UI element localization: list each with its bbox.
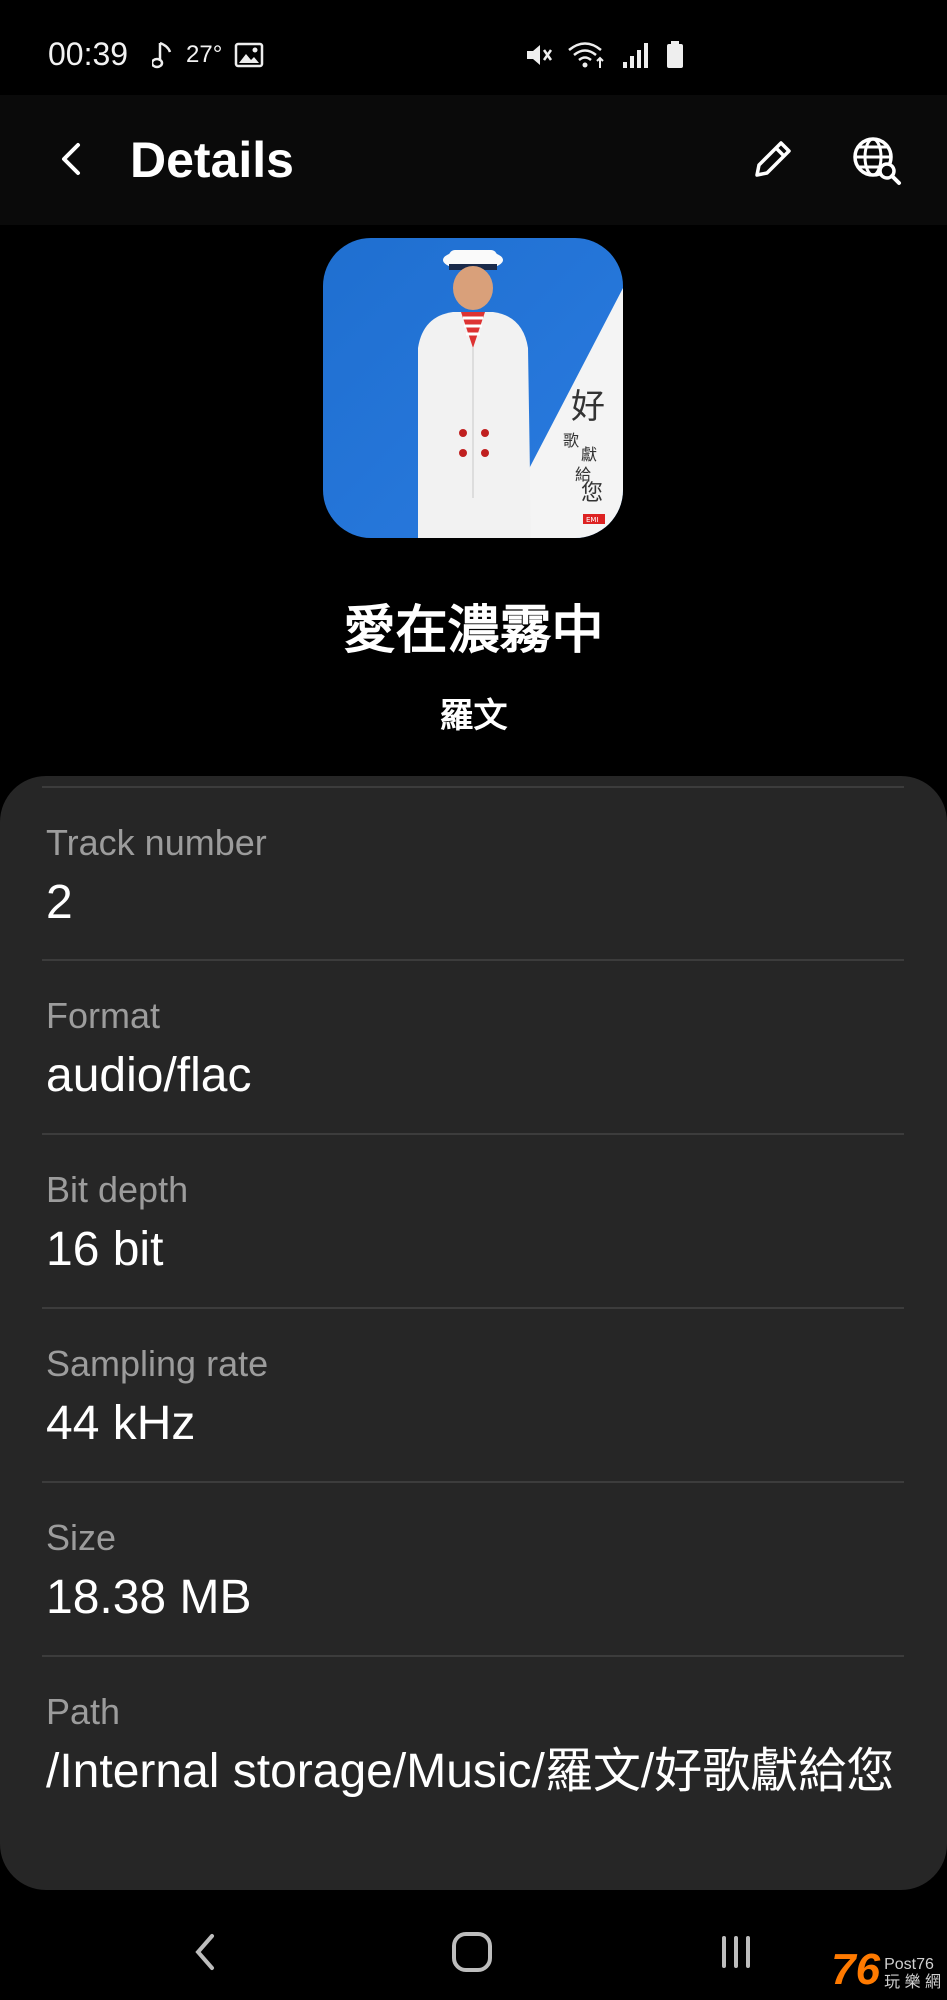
watermark-line1: Post76 [884, 1956, 934, 1973]
back-arrow-icon[interactable] [48, 135, 96, 183]
detail-value: /Internal storage/Music/羅文/好歌獻給您 [46, 1745, 895, 1798]
album-art-label: EMI [586, 516, 599, 524]
detail-row-format: Format audio/flac [42, 959, 904, 1133]
details-card: Track number 2 Format audio/flac Bit dep… [0, 776, 947, 1890]
album-art-text-2: 歌 [563, 431, 579, 450]
recent-apps-icon[interactable] [716, 1930, 756, 1974]
gallery-icon [234, 41, 264, 69]
detail-label: Format [46, 995, 161, 1036]
watermark-line2: 玩 樂 網 [884, 1974, 941, 1991]
mute-icon [523, 40, 553, 70]
song-artist: 羅文 [439, 697, 508, 735]
watermark: 76 Post76 玩 樂 網 [831, 1948, 941, 1992]
navigation-bar: 76 Post76 玩 樂 網 [0, 1890, 947, 2000]
detail-value: 2 [46, 876, 73, 929]
album-art-text-5: 您 [581, 481, 603, 506]
detail-label: Track number [46, 822, 267, 863]
web-search-icon[interactable] [849, 133, 903, 187]
signal-icon [621, 40, 651, 70]
album-art-text-1: 好 [571, 387, 605, 427]
detail-row-sampling-rate: Sampling rate 44 kHz [42, 1307, 904, 1481]
back-nav-icon[interactable] [190, 1930, 220, 1974]
status-time: 00:39 [48, 36, 129, 72]
detail-value: audio/flac [46, 1049, 252, 1102]
detail-label: Path [46, 1691, 121, 1732]
detail-label: Sampling rate [46, 1343, 269, 1384]
home-nav-icon[interactable] [448, 1928, 496, 1976]
battery-icon [665, 40, 685, 70]
song-title: 愛在濃霧中 [343, 602, 604, 660]
detail-label: Bit depth [46, 1169, 189, 1210]
detail-row-bit-depth: Bit depth 16 bit [42, 1133, 904, 1307]
page-title: Details [130, 132, 294, 188]
status-bar: 00:39 27° [0, 0, 947, 95]
app-bar: Details [0, 95, 947, 225]
status-left-icons: 27° [152, 40, 264, 70]
detail-row-track-number: Track number 2 [42, 786, 904, 960]
watermark-text: Post76 玩 樂 網 [884, 1956, 941, 1992]
wifi-icon [567, 40, 607, 70]
detail-row-size: Size 18.38 MB [42, 1481, 904, 1655]
detail-row-path: Path /Internal storage/Music/羅文/好歌獻給您 [42, 1655, 904, 1887]
watermark-number: 76 [831, 1945, 881, 1994]
detail-value: 18.38 MB [46, 1571, 252, 1624]
detail-label: Size [46, 1517, 117, 1558]
album-art: 好 歌 獻 給 您 EMI [323, 238, 623, 538]
status-right-icons [523, 40, 685, 70]
edit-icon[interactable] [747, 135, 797, 185]
detail-value: 16 bit [46, 1223, 164, 1276]
detail-value: 44 kHz [46, 1397, 196, 1450]
status-temperature: 27° [186, 41, 223, 68]
music-note-icon [152, 40, 174, 70]
album-art-text-3: 獻 [581, 445, 597, 464]
